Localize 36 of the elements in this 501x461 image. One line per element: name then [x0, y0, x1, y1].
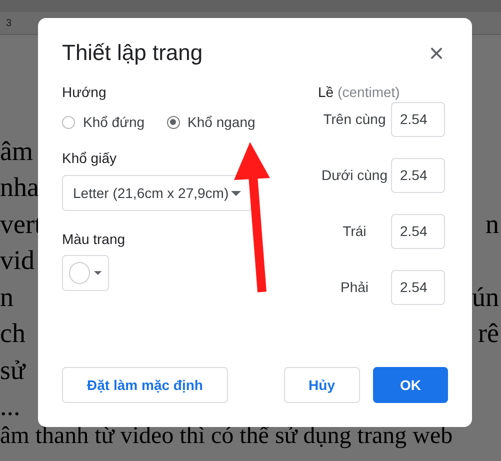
- document-text: ún: [472, 282, 499, 313]
- margin-input[interactable]: 2.54: [391, 102, 445, 136]
- radio-option[interactable]: Khổ ngang: [166, 114, 256, 130]
- field-label: Trái: [342, 223, 368, 239]
- field-label: Phải: [339, 279, 370, 295]
- cancel-button[interactable]: Hủy: [284, 367, 360, 403]
- document-text: nha: [0, 172, 39, 204]
- margin-input[interactable]: 2.54: [391, 214, 445, 248]
- document-text: ch: [0, 318, 26, 350]
- caret-icon: [231, 190, 241, 196]
- set-default-button[interactable]: Đặt làm mặc định: [62, 367, 228, 403]
- document-text: âm: [0, 136, 33, 167]
- field-label: Dưới cùng: [320, 167, 389, 183]
- field-label: Trên cùng: [322, 111, 387, 127]
- section-label: Màu trang: [62, 231, 126, 247]
- section-label: Khổ giấy: [62, 150, 116, 166]
- document-text: vid: [0, 245, 35, 276]
- document-text: n: [486, 208, 499, 240]
- ruler-number: 3: [6, 18, 12, 28]
- margin-input[interactable]: 2.54: [391, 158, 445, 192]
- unit-label: (centimet): [338, 84, 400, 100]
- color-picker-button[interactable]: [62, 255, 109, 291]
- margin-input[interactable]: 2.54: [391, 270, 445, 304]
- paper-size-dropdown[interactable]: Letter (21,6cm x 27,9cm): [62, 175, 252, 211]
- document-text: ...: [0, 391, 20, 422]
- caret-icon: [94, 271, 102, 275]
- radio-option[interactable]: Khổ đứng: [62, 114, 145, 130]
- document-text: rê: [478, 318, 499, 350]
- dialog-title: Thiết lập trang: [62, 40, 203, 66]
- document-text: n: [0, 282, 14, 313]
- ok-button[interactable]: OK: [373, 367, 448, 403]
- section-label: Lề: [318, 84, 334, 100]
- document-text: sử: [0, 354, 26, 386]
- close-button[interactable]: ×: [424, 40, 448, 66]
- section-label: Hướng: [62, 84, 106, 100]
- document-text: âm thanh từ video thì có thể sử dụng trang web: [0, 423, 454, 450]
